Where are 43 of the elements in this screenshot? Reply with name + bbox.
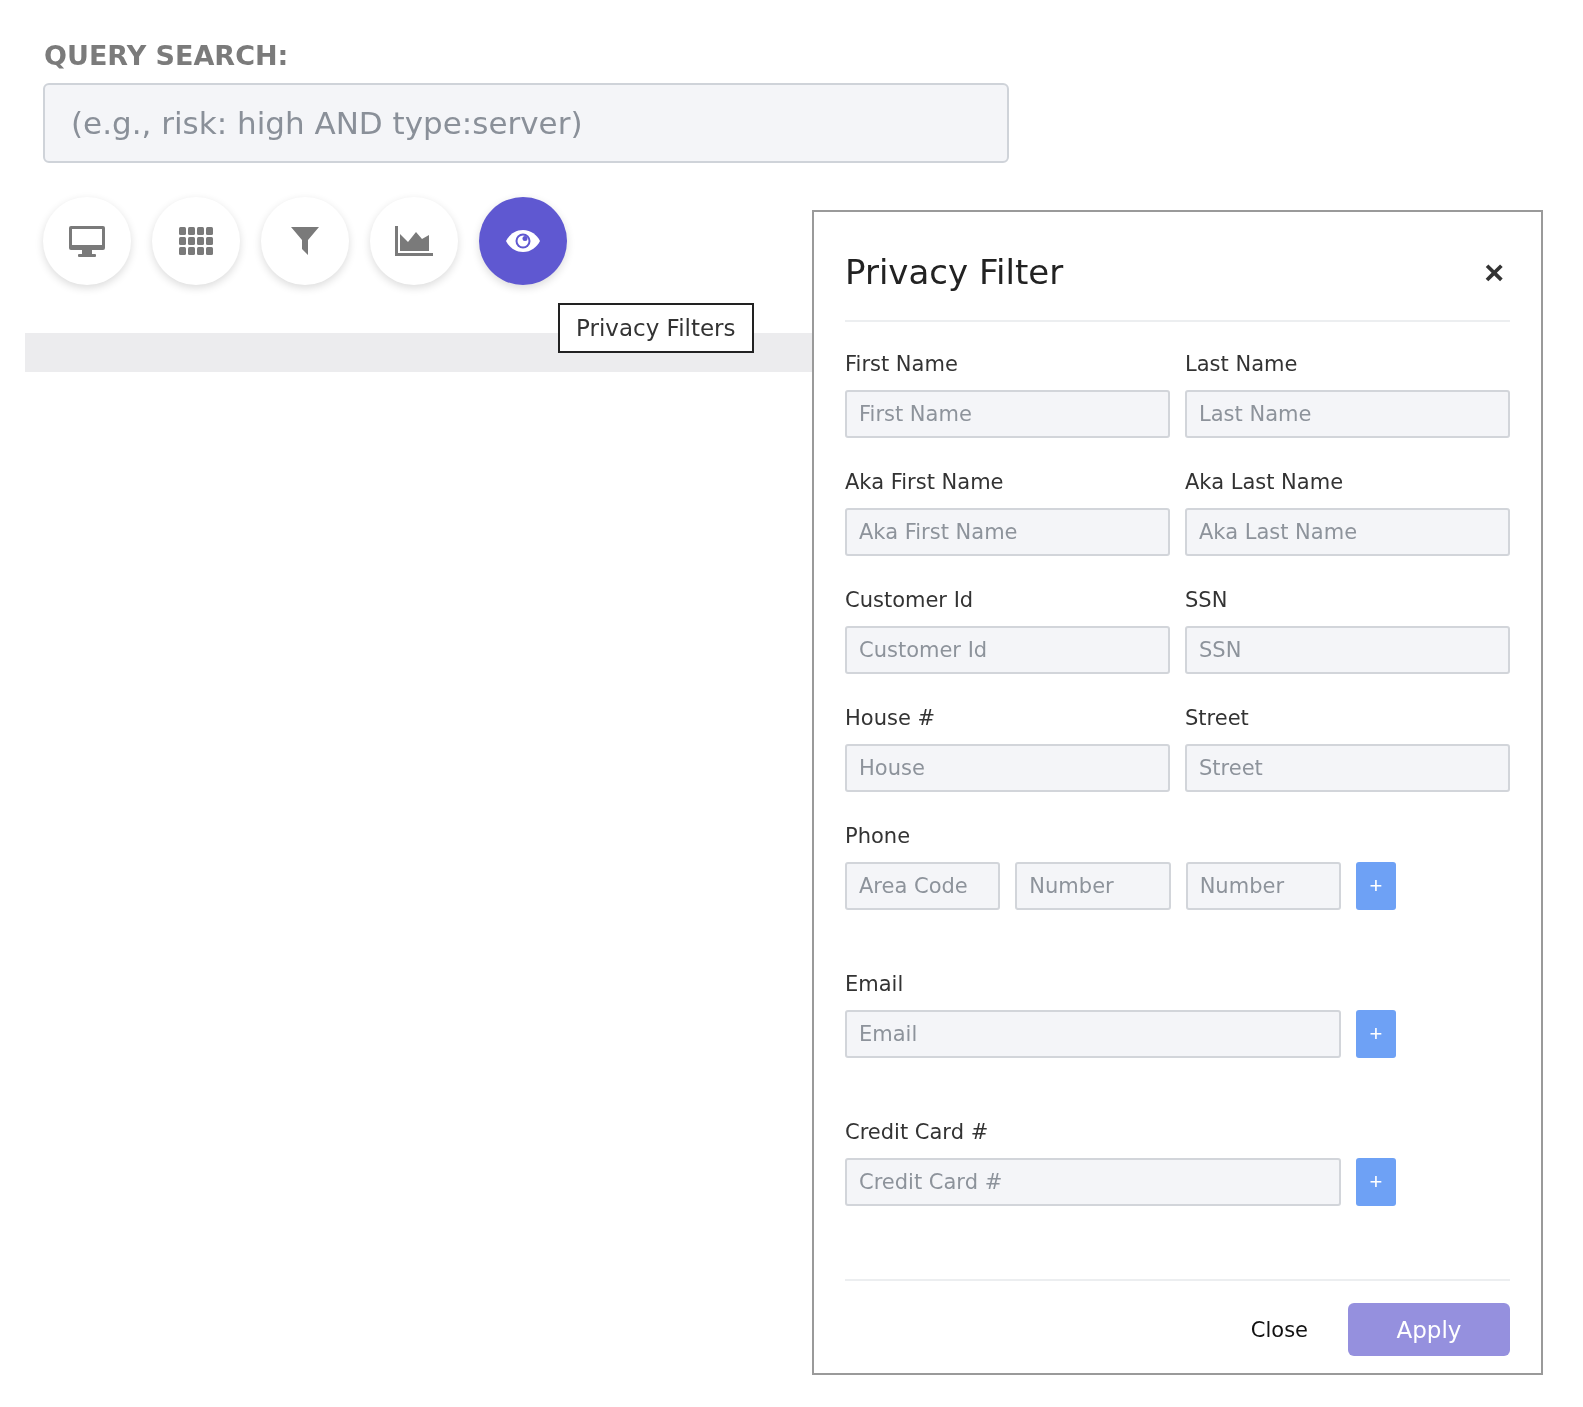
monitor-icon xyxy=(69,225,105,257)
input-field[interactable]: Last Name xyxy=(1185,390,1510,438)
tooltip: Privacy Filters xyxy=(558,303,754,353)
grid-icon xyxy=(179,227,213,255)
toolbar-button[interactable] xyxy=(152,197,240,285)
input-field[interactable]: Customer Id xyxy=(845,626,1170,674)
input-field[interactable]: Number xyxy=(1015,862,1171,910)
field-label: First Name xyxy=(845,351,958,378)
input-field[interactable]: Street xyxy=(1185,744,1510,792)
eye-icon xyxy=(506,230,540,252)
input-field[interactable]: Number xyxy=(1185,862,1341,910)
toolbar-button[interactable] xyxy=(261,197,349,285)
area-chart-icon xyxy=(395,226,433,256)
field-label: SSN xyxy=(1185,587,1228,614)
field-label: Phone xyxy=(845,823,911,850)
toolbar-button[interactable] xyxy=(43,197,131,285)
add-button[interactable]: + xyxy=(1356,862,1396,910)
add-button[interactable]: + xyxy=(1356,1010,1396,1058)
field-label: Email xyxy=(845,971,904,998)
toolbar-button[interactable] xyxy=(370,197,458,285)
input-field[interactable]: House xyxy=(845,744,1170,792)
input-field[interactable]: Aka First Name xyxy=(845,508,1170,556)
input-field[interactable]: Email xyxy=(845,1010,1341,1058)
filter-icon xyxy=(291,227,319,255)
input-field[interactable]: Area Code xyxy=(845,862,1001,910)
query-search-field[interactable]: (e.g., risk: high AND type:server) xyxy=(43,83,1009,163)
field-label: Last Name xyxy=(1185,351,1298,378)
apply-button[interactable]: Apply xyxy=(1348,1303,1510,1356)
input-field[interactable]: First Name xyxy=(845,390,1170,438)
field-label: Street xyxy=(1185,705,1249,732)
field-label: Aka First Name xyxy=(845,469,1004,496)
input-field[interactable]: SSN xyxy=(1185,626,1510,674)
input-field[interactable]: Aka Last Name xyxy=(1185,508,1510,556)
field-label: Aka Last Name xyxy=(1185,469,1344,496)
toolbar-button[interactable] xyxy=(479,197,567,285)
close-button[interactable]: Close xyxy=(1244,1316,1314,1343)
field-label: Customer Id xyxy=(845,587,974,614)
field-label: House # xyxy=(845,705,936,732)
field-label: Credit Card # xyxy=(845,1119,989,1146)
dialog-title: Privacy Filter xyxy=(845,252,1064,292)
query-search-label: QUERY SEARCH: xyxy=(44,40,289,71)
add-button[interactable]: + xyxy=(1356,1158,1396,1206)
input-field[interactable]: Credit Card # xyxy=(845,1158,1341,1206)
